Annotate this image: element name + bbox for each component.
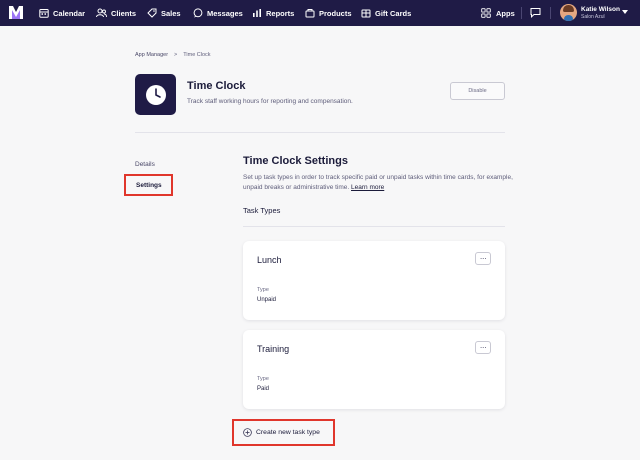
user-salon[interactable]: Salon Azul — [581, 14, 605, 20]
sidebar-item-settings[interactable]: Settings — [124, 174, 173, 196]
brand-logo-icon[interactable] — [9, 6, 23, 19]
disable-button[interactable]: Disable — [450, 82, 505, 100]
nav-products[interactable]: Products — [305, 0, 352, 26]
plus-circle-icon — [243, 428, 252, 437]
create-task-type-label: Create new task type — [256, 429, 320, 436]
chat-icon[interactable] — [530, 7, 541, 18]
nav-reports-label: Reports — [266, 8, 295, 18]
sidebar-item-details[interactable]: Details — [135, 161, 155, 168]
nav-messages[interactable]: Messages — [193, 0, 243, 26]
sales-tag-icon — [147, 8, 157, 18]
more-dots-icon: ··· — [479, 342, 487, 352]
divider — [243, 226, 505, 227]
nav-products-label: Products — [319, 8, 352, 18]
page-title: Time Clock — [187, 80, 246, 92]
task-type-field-label: Type — [257, 287, 269, 293]
messages-icon — [193, 8, 203, 18]
nav-reports[interactable]: Reports — [252, 0, 294, 26]
task-type-field-value: Paid — [257, 386, 270, 392]
more-options-button[interactable]: ··· — [475, 341, 491, 354]
time-clock-app-icon — [135, 74, 176, 115]
nav-sales[interactable]: Sales — [147, 0, 181, 26]
apps-grid-icon — [481, 8, 491, 18]
more-options-button[interactable]: ··· — [475, 252, 491, 265]
avatar[interactable] — [560, 4, 577, 21]
nav-apps-label: Apps — [496, 8, 515, 18]
gift-card-icon — [361, 9, 371, 18]
nav-calendar-label: Calendar — [53, 8, 86, 18]
clock-icon — [145, 84, 166, 105]
nav-messages-label: Messages — [207, 8, 243, 18]
chevron-down-icon[interactable] — [622, 10, 628, 14]
task-type-name: Lunch — [257, 255, 282, 265]
more-dots-icon: ··· — [479, 253, 487, 263]
divider — [135, 132, 505, 133]
nav-clients[interactable]: Clients — [96, 0, 136, 26]
reports-icon — [253, 9, 261, 17]
nav-calendar[interactable]: Calendar — [39, 0, 85, 26]
nav-divider — [521, 7, 522, 19]
breadcrumb-separator: > — [174, 52, 178, 58]
clients-icon — [96, 8, 107, 18]
learn-more-link[interactable]: Learn more — [351, 184, 384, 191]
nav-clients-label: Clients — [111, 8, 137, 18]
task-types-heading: Task Types — [243, 206, 281, 215]
task-type-card: Training ··· Type Paid — [243, 330, 505, 409]
nav-gift-cards-label: Gift Cards — [375, 8, 412, 18]
create-task-type-button[interactable]: Create new task type — [232, 419, 335, 446]
task-type-name: Training — [257, 344, 290, 354]
task-type-card: Lunch ··· Type Unpaid — [243, 241, 505, 320]
breadcrumb-app-manager[interactable]: App Manager — [135, 52, 168, 58]
section-description: Set up task types in order to track spec… — [243, 173, 513, 193]
section-title: Time Clock Settings — [243, 155, 348, 167]
task-type-field-label: Type — [257, 376, 269, 382]
breadcrumb-current: Time Clock — [183, 52, 211, 58]
nav-gift-cards[interactable]: Gift Cards — [361, 0, 411, 26]
page-subtitle: Track staff working hours for reporting … — [187, 98, 353, 105]
sidebar-item-label: Settings — [136, 181, 162, 189]
task-type-field-value: Unpaid — [257, 297, 277, 303]
products-icon — [305, 9, 315, 18]
calendar-icon — [39, 9, 49, 18]
breadcrumb: App Manager > Time Clock — [135, 52, 211, 58]
nav-apps[interactable]: Apps — [481, 0, 515, 26]
top-nav: Calendar Clients Sales Messages Reports … — [0, 0, 640, 26]
user-name[interactable]: Katie Wilson — [581, 6, 620, 13]
nav-divider — [550, 7, 551, 19]
nav-sales-label: Sales — [161, 8, 181, 18]
